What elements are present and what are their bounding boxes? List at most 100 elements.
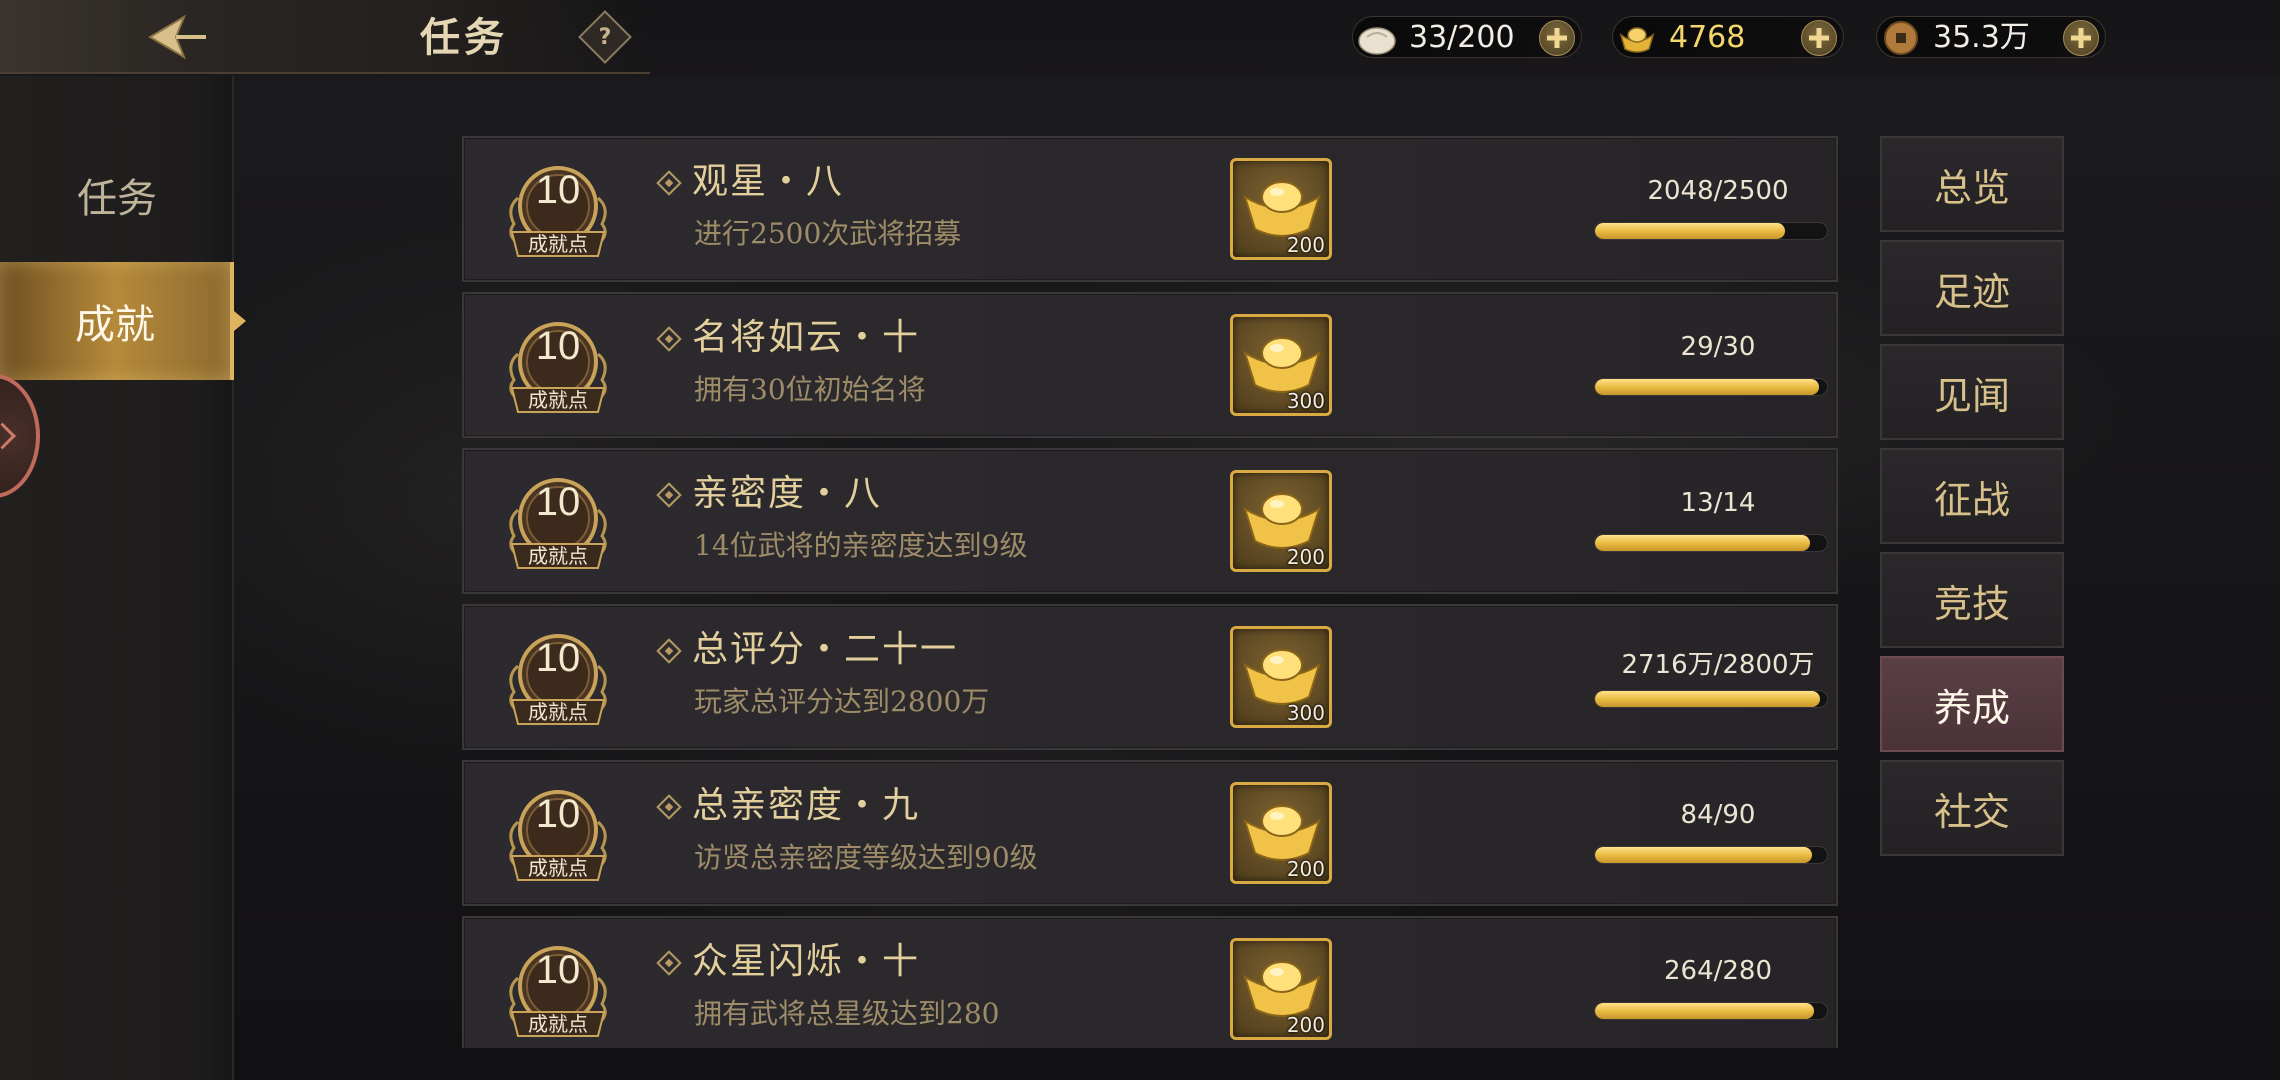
side-expand-handle[interactable] <box>0 374 40 498</box>
achievement-row: 10 成就点 总评分・二十一 玩家总评分达到2800万 300 2716万/28… <box>462 604 1838 750</box>
progress-text: 2716万/2800万 <box>1621 650 1815 680</box>
reward-quantity: 300 <box>1286 389 1325 413</box>
achievement-points-label: 成就点 <box>528 388 588 412</box>
achievement-points-label: 成就点 <box>528 232 588 256</box>
category-tab-label: 总览 <box>1933 165 2010 210</box>
title-plate <box>0 0 650 74</box>
progress-fill <box>1595 379 1820 395</box>
achievement-row: 10 成就点 亲密度・八 14位武将的亲密度达到9级 200 13/14 <box>462 448 1838 594</box>
diamond-bullet-icon <box>656 794 682 820</box>
category-tab[interactable]: 社交 <box>1880 760 2064 856</box>
achievement-list[interactable]: 10 成就点 观星・八 进行2500次武将招募 200 2048/2500 10… <box>462 136 1838 1048</box>
diamond-bullet-icon <box>656 638 682 664</box>
progress-fill <box>1595 223 1786 239</box>
progress-bar <box>1594 846 1828 864</box>
progress-text: 29/30 <box>1680 332 1756 362</box>
achievement-title: 总评分・二十一 <box>692 629 959 670</box>
achievement-title: 名将如云・十 <box>692 317 921 358</box>
achievement-title: 观星・八 <box>692 161 845 202</box>
progress-fill <box>1595 691 1821 707</box>
achievement-row: 10 成就点 众星闪烁・十 拥有武将总星级达到280 200 264/280 <box>462 916 1838 1048</box>
progress-text: 84/90 <box>1680 800 1756 830</box>
back-button[interactable] <box>130 8 220 66</box>
progress-text: 264/280 <box>1663 956 1772 986</box>
achievement-points: 10 <box>535 792 581 836</box>
reward-item[interactable]: 200 <box>1230 938 1332 1040</box>
progress-text: 2048/2500 <box>1647 176 1789 206</box>
progress-bar <box>1594 534 1828 552</box>
diamond-bullet-icon <box>656 482 682 508</box>
progress-bar <box>1594 690 1828 708</box>
reward-quantity: 200 <box>1286 545 1325 569</box>
steamed-bun-icon <box>1358 27 1396 55</box>
resource-gold: 4768 <box>1612 16 1844 58</box>
achievement-points-label: 成就点 <box>528 1012 588 1036</box>
diamond-bullet-icon <box>656 950 682 976</box>
stamina-value: 33/200 <box>1409 20 1515 55</box>
category-tab[interactable]: 足迹 <box>1880 240 2064 336</box>
diamond-bullet-icon <box>656 170 682 196</box>
achievement-row: 10 成就点 总亲密度・九 访贤总亲密度等级达到90级 200 84/90 <box>462 760 1838 906</box>
achievement-points: 10 <box>535 168 581 212</box>
achievement-row: 10 成就点 名将如云・十 拥有30位初始名将 300 29/30 <box>462 292 1838 438</box>
achievement-points: 10 <box>535 480 581 524</box>
progress-fill <box>1595 1003 1814 1019</box>
category-tab[interactable]: 见闻 <box>1880 344 2064 440</box>
question-icon: ? <box>598 24 612 50</box>
achievement-points: 10 <box>535 324 581 368</box>
category-tab-label: 社交 <box>1933 789 2010 834</box>
progress-text: 13/14 <box>1680 488 1756 518</box>
achievement-title: 总亲密度・九 <box>692 785 921 826</box>
progress-fill <box>1595 847 1812 863</box>
progress-bar <box>1594 1002 1828 1020</box>
add-gold-button[interactable] <box>1801 20 1837 56</box>
add-coins-button[interactable] <box>2063 20 2099 56</box>
achievement-points: 10 <box>535 948 581 992</box>
nav-item-label: 成就 <box>75 302 155 348</box>
reward-quantity: 300 <box>1286 701 1325 725</box>
achievement-description: 玩家总评分达到2800万 <box>694 685 990 718</box>
reward-item[interactable]: 300 <box>1230 314 1332 416</box>
resource-coins: 35.3万 <box>1876 16 2106 58</box>
reward-item[interactable]: 200 <box>1230 782 1332 884</box>
progress-bar <box>1594 378 1828 396</box>
back-arrow-icon <box>148 14 206 60</box>
achievement-points-label: 成就点 <box>528 544 588 568</box>
add-stamina-button[interactable] <box>1539 20 1575 56</box>
gold-ingot-icon <box>1619 27 1655 53</box>
category-tab-label: 见闻 <box>1933 373 2010 418</box>
coins-value: 35.3万 <box>1933 20 2030 55</box>
achievement-description: 拥有30位初始名将 <box>694 373 926 406</box>
achievement-row: 10 成就点 观星・八 进行2500次武将招募 200 2048/2500 <box>462 136 1838 282</box>
left-nav: 任务 成就 <box>0 76 234 1080</box>
category-tab-label: 征战 <box>1933 477 2010 522</box>
achievement-description: 进行2500次武将招募 <box>694 217 962 250</box>
reward-item[interactable]: 200 <box>1230 158 1332 260</box>
progress-fill <box>1595 535 1811 551</box>
gold-value: 4768 <box>1669 20 1746 55</box>
category-tab[interactable]: 征战 <box>1880 448 2064 544</box>
reward-item[interactable]: 200 <box>1230 470 1332 572</box>
diamond-bullet-icon <box>656 326 682 352</box>
reward-quantity: 200 <box>1286 1013 1325 1037</box>
achievement-points-label: 成就点 <box>528 700 588 724</box>
category-tab-label: 养成 <box>1933 685 2010 730</box>
top-bar: 任务 ? 33/200 4768 35.3万 <box>0 0 2280 76</box>
nav-item-label: 任务 <box>77 176 157 222</box>
nav-item-tasks[interactable]: 任务 <box>0 136 234 254</box>
category-tab[interactable]: 总览 <box>1880 136 2064 232</box>
nav-item-achievements[interactable]: 成就 <box>0 262 234 380</box>
achievement-title: 亲密度・八 <box>692 473 883 514</box>
category-tab-label: 足迹 <box>1933 269 2010 314</box>
reward-item[interactable]: 300 <box>1230 626 1332 728</box>
category-tab[interactable]: 养成 <box>1880 656 2064 752</box>
achievement-description: 14位武将的亲密度达到9级 <box>694 529 1028 562</box>
page-title: 任务 <box>420 14 508 61</box>
progress-bar <box>1594 222 1828 240</box>
achievement-points: 10 <box>535 636 581 680</box>
reward-quantity: 200 <box>1286 857 1325 881</box>
category-tab[interactable]: 竞技 <box>1880 552 2064 648</box>
achievement-points-label: 成就点 <box>528 856 588 880</box>
resource-stamina: 33/200 <box>1352 16 1582 58</box>
achievement-description: 拥有武将总星级达到280 <box>694 997 1000 1030</box>
